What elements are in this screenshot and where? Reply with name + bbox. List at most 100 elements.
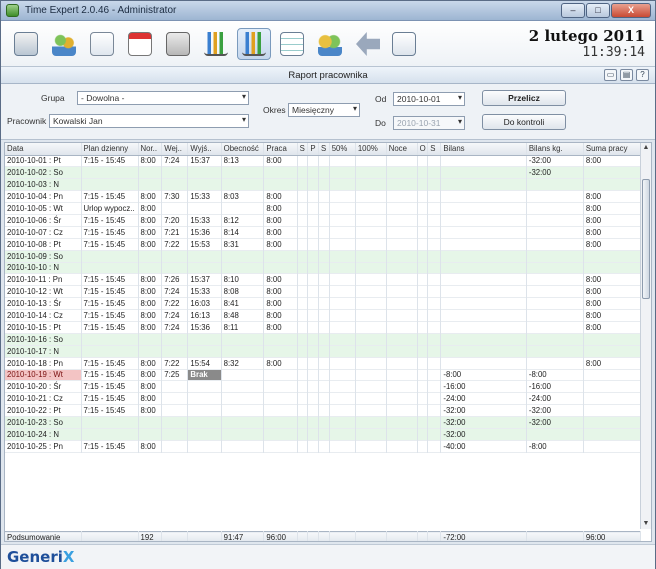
column-header[interactable]: S bbox=[427, 143, 442, 156]
period-select[interactable]: Miesięczny ▾ bbox=[288, 103, 360, 117]
table-cell: 8:11 bbox=[221, 321, 265, 334]
table-row[interactable]: 2010-10-23 : So -32:00 -32:00 bbox=[5, 416, 641, 429]
table-cell bbox=[386, 380, 418, 393]
to-date-value: 2010-10-31 bbox=[397, 118, 441, 128]
table-cell bbox=[318, 297, 330, 310]
table-cell: 16:13 bbox=[187, 309, 222, 322]
maximize-button[interactable]: □ bbox=[586, 3, 610, 18]
table-row[interactable]: 2010-10-17 : N bbox=[5, 345, 641, 358]
table-cell: -32:00 bbox=[526, 416, 584, 429]
table-row[interactable]: 2010-10-20 : Śr 7:15 - 15:45 8:00 -16:00 -16… bbox=[5, 380, 641, 393]
table-cell bbox=[318, 155, 330, 167]
table-cell bbox=[307, 380, 320, 393]
table-row[interactable]: 2010-10-21 : Cz 7:15 - 15:45 8:00 -24:00 -24… bbox=[5, 392, 641, 405]
table-row[interactable]: 2010-10-02 : So -32:00 bbox=[5, 166, 641, 179]
toolbar-charts-button[interactable] bbox=[199, 28, 233, 60]
to-date-input[interactable]: 2010-10-31 ▾ bbox=[393, 116, 465, 130]
table-row[interactable]: 2010-10-11 : Pn 7:15 - 15:45 8:00 7:26 15:37… bbox=[5, 273, 641, 286]
column-header[interactable]: Data bbox=[5, 143, 82, 156]
table-cell bbox=[386, 202, 418, 215]
table-row[interactable]: 2010-10-08 : Pt 7:15 - 15:45 8:00 7:22 15:53… bbox=[5, 238, 641, 251]
table-row[interactable]: 2010-10-04 : Pn 7:15 - 15:45 8:00 7:30 15:33… bbox=[5, 190, 641, 203]
column-header[interactable]: 100% bbox=[355, 143, 387, 156]
table-cell bbox=[417, 309, 429, 322]
table-row[interactable]: 2010-10-13 : Śr 7:15 - 15:45 8:00 7:22 16:03… bbox=[5, 297, 641, 310]
scroll-up-icon[interactable]: ▲ bbox=[641, 143, 651, 153]
column-header[interactable]: Noce bbox=[386, 143, 418, 156]
title-bar[interactable]: Time Expert 2.0.46 - Administrator – □ X bbox=[1, 1, 655, 21]
toolbar-team-button[interactable] bbox=[313, 28, 347, 60]
table-cell: 8:00 bbox=[583, 273, 641, 286]
table-cell bbox=[526, 297, 584, 310]
table-cell bbox=[440, 250, 527, 263]
vertical-scrollbar[interactable]: ▲ ▼ bbox=[640, 143, 651, 529]
chevron-down-icon: ▾ bbox=[241, 92, 246, 101]
table-icon bbox=[280, 32, 304, 56]
column-header[interactable]: Plan dzienny bbox=[81, 143, 139, 156]
to-label: Do bbox=[375, 118, 386, 128]
column-header[interactable]: Bilans kg. bbox=[526, 143, 584, 156]
table-row[interactable]: 2010-10-03 : N bbox=[5, 178, 641, 191]
table-row[interactable]: 2010-10-09 : So bbox=[5, 250, 641, 263]
table-cell: 2010-10-23 : So bbox=[5, 416, 82, 429]
table-cell bbox=[318, 214, 330, 227]
column-header[interactable]: O bbox=[417, 143, 429, 156]
table-cell bbox=[427, 166, 442, 179]
table-row[interactable]: 2010-10-25 : Pn 7:15 - 15:45 8:00 -40:00 -8:… bbox=[5, 440, 641, 453]
from-date-input[interactable]: 2010-10-01 ▾ bbox=[393, 92, 465, 106]
toolbar-exit-button[interactable] bbox=[387, 28, 421, 60]
toolbar-users-button[interactable] bbox=[47, 28, 81, 60]
toolbar-back-button[interactable] bbox=[351, 28, 385, 60]
column-header[interactable]: Wyjś.. bbox=[187, 143, 222, 156]
table-row[interactable]: 2010-10-19 : Wt 7:15 - 15:45 8:00 7:25 Brak -… bbox=[5, 369, 641, 381]
toolbar-calendar-button[interactable] bbox=[123, 28, 157, 60]
table-row[interactable]: 2010-10-24 : N -32:00 bbox=[5, 428, 641, 441]
toolbar-documents-button[interactable] bbox=[85, 28, 119, 60]
help-icon[interactable]: ? bbox=[636, 69, 649, 81]
table-row[interactable]: 2010-10-01 : Pt 7:15 - 15:45 8:00 7:24 15:37… bbox=[5, 155, 641, 167]
column-header[interactable]: Praca bbox=[263, 143, 298, 156]
scrollbar-thumb[interactable] bbox=[642, 179, 650, 299]
table-row[interactable]: 2010-10-22 : Pt 7:15 - 15:45 8:00 -32:00 -32… bbox=[5, 404, 641, 417]
table-cell: 2010-10-18 : Pn bbox=[5, 357, 82, 370]
column-header[interactable]: P bbox=[307, 143, 320, 156]
table-row[interactable]: 2010-10-06 : Śr 7:15 - 15:45 8:00 7:20 15:33… bbox=[5, 214, 641, 227]
table-cell bbox=[221, 369, 265, 381]
table-row[interactable]: 2010-10-16 : So bbox=[5, 333, 641, 346]
table-cell bbox=[318, 309, 330, 322]
table-cell bbox=[386, 178, 418, 191]
toolbar-calculator-button[interactable] bbox=[161, 28, 195, 60]
column-header[interactable]: S bbox=[318, 143, 330, 156]
group-select[interactable]: - Dowolna - ▾ bbox=[77, 91, 249, 105]
table-row[interactable]: 2010-10-14 : Cz 7:15 - 15:45 8:00 7:24 16:13… bbox=[5, 309, 641, 322]
toolbar-reports-button[interactable] bbox=[237, 28, 271, 60]
column-header[interactable]: Bilans bbox=[440, 143, 527, 156]
toolbar-table-button[interactable] bbox=[275, 28, 309, 60]
table-row[interactable]: 2010-10-07 : Cz 7:15 - 15:45 8:00 7:21 15:36… bbox=[5, 226, 641, 239]
scroll-down-icon[interactable]: ▼ bbox=[641, 519, 651, 529]
table-row[interactable]: 2010-10-12 : Wt 7:15 - 15:45 8:00 7:24 15:33… bbox=[5, 285, 641, 298]
column-header[interactable]: 50% bbox=[329, 143, 356, 156]
table-cell bbox=[138, 262, 163, 274]
to-control-button[interactable]: Do kontroli bbox=[482, 114, 566, 130]
column-header[interactable]: Nor.. bbox=[138, 143, 163, 156]
table-row[interactable]: 2010-10-18 : Pn 7:15 - 15:45 8:00 7:22 15:54… bbox=[5, 357, 641, 370]
column-header[interactable]: Obecność bbox=[221, 143, 265, 156]
minimize-button[interactable]: – bbox=[561, 3, 585, 18]
table-row[interactable]: 2010-10-15 : Pt 7:15 - 15:45 8:00 7:24 15:36… bbox=[5, 321, 641, 334]
close-button[interactable]: X bbox=[611, 3, 651, 18]
export-icon[interactable]: ▤ bbox=[620, 69, 633, 81]
print-icon[interactable]: ▭ bbox=[604, 69, 617, 81]
table-cell: 7:24 bbox=[161, 285, 189, 298]
column-header[interactable]: Wej.. bbox=[161, 143, 189, 156]
column-header[interactable]: S bbox=[297, 143, 309, 156]
table-cell bbox=[187, 416, 222, 429]
toolbar-card-button[interactable] bbox=[9, 28, 43, 60]
chevron-down-icon: ▾ bbox=[352, 104, 357, 113]
employee-select[interactable]: Kowalski Jan ▾ bbox=[49, 114, 249, 128]
column-header[interactable]: Suma pracy bbox=[583, 143, 641, 156]
table-row[interactable]: 2010-10-10 : N bbox=[5, 262, 641, 274]
table-row[interactable]: 2010-10-05 : Wt Urlop wypocz.. 8:00 8:00 8:0… bbox=[5, 202, 641, 215]
table-cell bbox=[355, 214, 387, 227]
recalculate-button[interactable]: Przelicz bbox=[482, 90, 566, 106]
